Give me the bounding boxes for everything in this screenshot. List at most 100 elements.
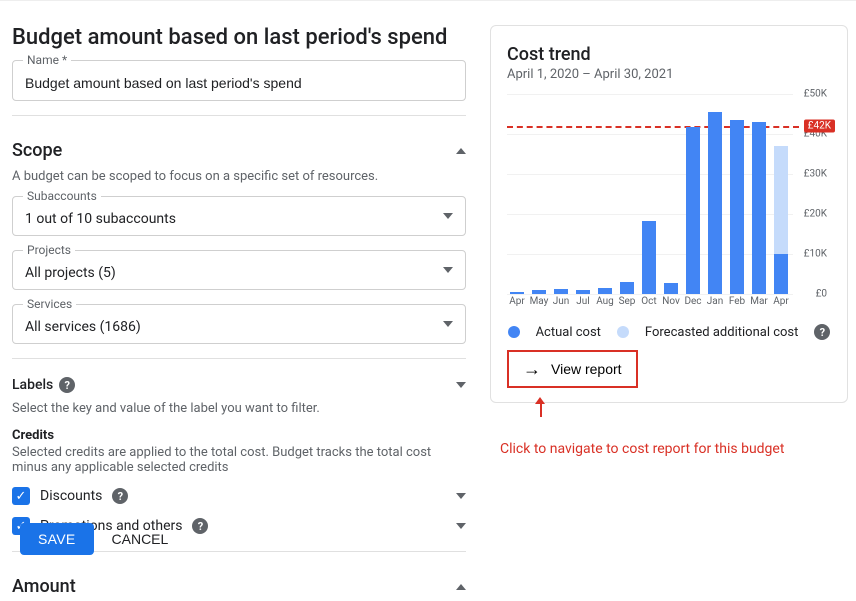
annotation-pointer (490, 403, 848, 421)
chart-legend: Actual cost Forecasted additional cost ? (507, 324, 831, 340)
y-tick-label: £50K (804, 89, 827, 100)
labels-heading: Labels ? (12, 377, 75, 393)
bar-actual (554, 289, 568, 294)
services-dropdown[interactable]: Services All services (1686) (12, 304, 466, 344)
bar-actual (774, 254, 788, 294)
bar-actual (708, 112, 722, 294)
chevron-down-icon (456, 493, 466, 499)
subaccounts-value: 1 out of 10 subaccounts (25, 211, 455, 227)
cancel-button[interactable]: CANCEL (112, 531, 169, 547)
credit-label: Discounts (40, 488, 102, 504)
chevron-down-icon (456, 382, 466, 388)
name-label: Name * (23, 53, 71, 67)
checkbox-icon[interactable]: ✓ (12, 487, 30, 505)
x-tick-label: Oct (639, 296, 659, 314)
bar-actual (598, 288, 612, 294)
projects-label: Projects (23, 243, 75, 257)
name-field[interactable]: Name * (12, 60, 466, 101)
bar-actual (510, 292, 524, 294)
card-title: Cost trend (507, 44, 831, 65)
legend-swatch-forecast (617, 326, 629, 338)
x-tick-label: Feb (727, 296, 747, 314)
y-tick-label: £30K (804, 169, 827, 180)
view-report-button[interactable]: → View report (507, 350, 638, 388)
x-tick-label: May (529, 296, 549, 314)
bar-actual (752, 122, 766, 294)
page-title: Budget amount based on last period's spe… (12, 25, 466, 50)
bar-actual (686, 127, 700, 294)
bar-column (639, 94, 659, 294)
x-tick-label: Nov (661, 296, 681, 314)
credit-row-discounts[interactable]: ✓ Discounts ? (12, 481, 466, 511)
bar-column (551, 94, 571, 294)
projects-value: All projects (5) (25, 265, 455, 281)
x-tick-label: Jul (573, 296, 593, 314)
bar-column (661, 94, 681, 294)
subaccounts-label: Subaccounts (23, 189, 101, 203)
bar-actual (532, 290, 546, 294)
bar-actual (730, 120, 744, 294)
bar-actual (664, 283, 678, 294)
subaccounts-dropdown[interactable]: Subaccounts 1 out of 10 subaccounts (12, 196, 466, 236)
help-icon[interactable]: ? (814, 324, 830, 340)
threshold-badge: £42K (804, 120, 835, 133)
bar-column (705, 94, 725, 294)
view-report-label: View report (551, 361, 622, 377)
chevron-up-icon (456, 148, 466, 154)
labels-header[interactable]: Labels ? (12, 373, 466, 397)
y-tick-label: £0 (816, 289, 827, 300)
services-label: Services (23, 297, 76, 311)
bar-column (617, 94, 637, 294)
x-tick-label: Mar (749, 296, 769, 314)
divider (12, 358, 466, 359)
bar-actual (620, 282, 634, 294)
y-tick-label: £20K (804, 209, 827, 220)
legend-swatch-actual (508, 326, 520, 338)
bar-column (683, 94, 703, 294)
bar-column (507, 94, 527, 294)
labels-heading-text: Labels (12, 377, 53, 393)
card-date-range: April 1, 2020 – April 30, 2021 (507, 67, 831, 82)
chevron-up-icon (456, 584, 466, 590)
scope-helper: A budget can be scoped to focus on a spe… (12, 169, 466, 184)
x-tick-label: Jan (705, 296, 725, 314)
save-button[interactable]: SAVE (20, 523, 94, 555)
cost-trend-card: Cost trend April 1, 2020 – April 30, 202… (490, 25, 848, 403)
y-tick-label: £10K (804, 249, 827, 260)
labels-helper: Select the key and value of the label yo… (12, 401, 466, 416)
x-tick-label: Sep (617, 296, 637, 314)
help-icon[interactable]: ? (59, 377, 75, 393)
amount-heading: Amount (12, 576, 76, 597)
name-input[interactable] (25, 75, 455, 91)
x-tick-label: Dec (683, 296, 703, 314)
bar-column (749, 94, 769, 294)
amount-header[interactable]: Amount (12, 566, 466, 601)
bar-column (771, 94, 791, 294)
bar-actual (642, 221, 656, 294)
credits-heading: Credits (12, 428, 466, 443)
arrow-right-icon: → (523, 360, 541, 378)
services-value: All services (1686) (25, 319, 455, 335)
cost-chart: £0£10K£20K£30K£40K£50K£42K AprMayJunJulA… (507, 94, 827, 314)
help-icon[interactable]: ? (112, 488, 128, 504)
projects-dropdown[interactable]: Projects All projects (5) (12, 250, 466, 290)
bar-column (529, 94, 549, 294)
bar-column (727, 94, 747, 294)
divider (12, 115, 466, 116)
x-tick-label: Apr (771, 296, 791, 314)
bar-actual (576, 290, 590, 294)
legend-label-forecast: Forecasted additional cost (645, 325, 798, 340)
bar-column (573, 94, 593, 294)
legend-label-actual: Actual cost (536, 325, 601, 340)
x-tick-label: Apr (507, 296, 527, 314)
x-tick-label: Jun (551, 296, 571, 314)
x-tick-label: Aug (595, 296, 615, 314)
annotation-text: Click to navigate to cost report for thi… (500, 441, 848, 457)
credits-description: Selected credits are applied to the tota… (12, 445, 466, 475)
chevron-down-icon (456, 523, 466, 529)
bar-forecast (774, 146, 788, 254)
help-icon[interactable]: ? (192, 518, 208, 534)
scope-header[interactable]: Scope (12, 130, 466, 165)
bar-column (595, 94, 615, 294)
scope-heading: Scope (12, 140, 62, 161)
